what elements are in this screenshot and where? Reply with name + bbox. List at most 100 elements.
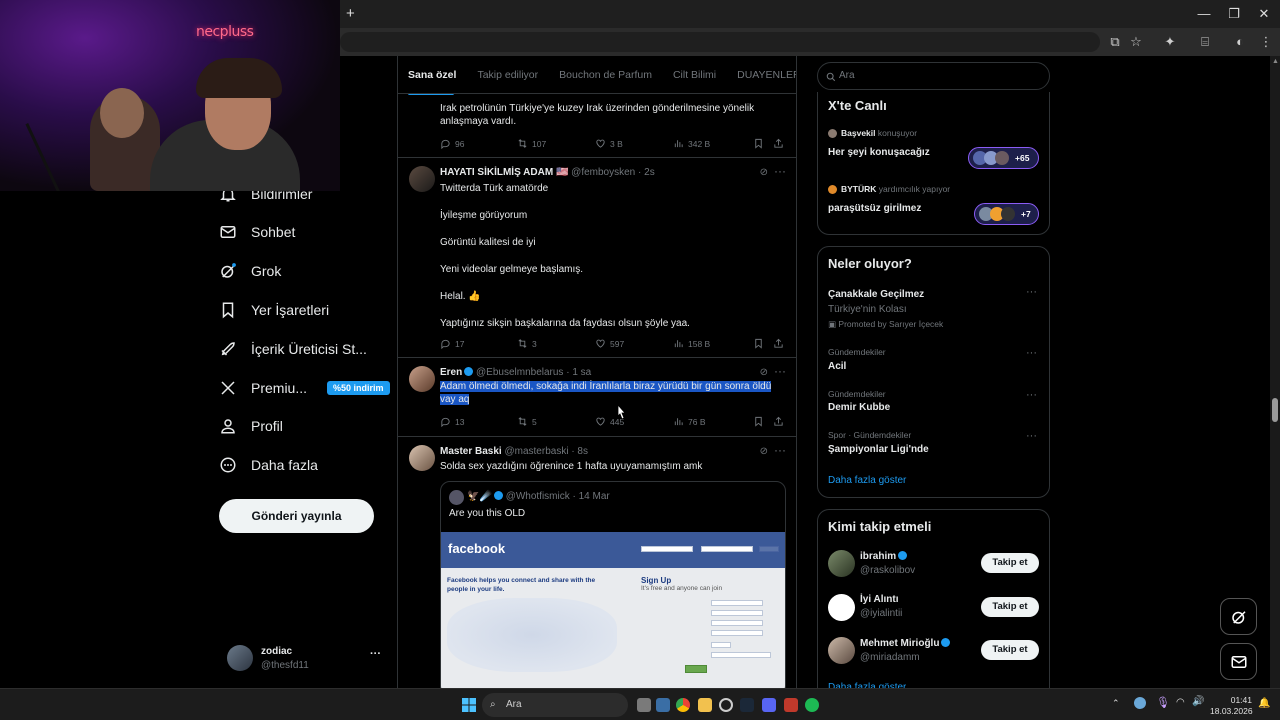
user-name-line[interactable]: Mehmet Mirioğlu [860, 638, 951, 649]
task-view-icon[interactable] [637, 698, 651, 712]
wifi-icon[interactable]: ◠ [1176, 697, 1185, 708]
author-name[interactable]: HAYATI SİKİLMİŞ ADAM 🇺🇸 [440, 167, 568, 178]
microphone-icon[interactable]: 🎙 [1156, 696, 1170, 709]
repost-button[interactable]: 3 [517, 338, 537, 349]
avatar[interactable] [828, 550, 855, 577]
scrollbar-thumb[interactable] [1272, 398, 1278, 422]
system-clock[interactable]: 01:41 18.03.2026 [1210, 695, 1253, 717]
bookmark-button[interactable] [753, 338, 764, 349]
account-switcher[interactable]: zodiac @thesfd11 ··· [227, 643, 387, 677]
reply-button[interactable]: 96 [440, 138, 464, 149]
post-more-icon[interactable]: ··· [774, 164, 786, 178]
volume-icon[interactable]: 🔊 [1192, 696, 1204, 707]
page-scrollbar[interactable]: ▲ [1270, 56, 1280, 688]
avatar[interactable] [828, 594, 855, 621]
avatar[interactable] [409, 166, 435, 192]
post-more-icon[interactable]: ··· [774, 443, 786, 457]
nav-chat[interactable]: Sohbet [219, 213, 295, 251]
post[interactable]: HAYATI SİKİLMİŞ ADAM 🇺🇸 @femboysken · 2s… [398, 158, 796, 358]
close-window-button[interactable]: ✕ [1250, 4, 1278, 24]
author-handle[interactable]: @Ebuselmnbelarus · 1 sa [476, 367, 591, 378]
post[interactable]: Irak petrolünün Türkiye'ye kuzey Irak üz… [398, 94, 796, 158]
follow-button[interactable]: Takip et [981, 553, 1039, 573]
nav-grok[interactable]: Grok [219, 252, 281, 290]
avatar[interactable] [409, 366, 435, 392]
quoted-post[interactable]: 🦅☄️ @Whotfismick · 14 Mar Are you this O… [440, 481, 786, 688]
post-more-icon[interactable]: ··· [774, 364, 786, 378]
spotify-icon[interactable] [805, 698, 819, 712]
notification-bell-icon[interactable]: 🔔 [1258, 698, 1270, 709]
post-button[interactable]: Gönderi yayınla [219, 499, 374, 533]
follow-button[interactable]: Takip et [981, 640, 1039, 660]
tab-list-1[interactable]: Bouchon de Parfum [559, 69, 652, 81]
grok-explain-icon[interactable]: ⊘ [760, 367, 768, 378]
views-button[interactable]: 76 B [673, 416, 706, 427]
steam-icon[interactable] [740, 698, 754, 712]
nav-bookmarks[interactable]: Yer İşaretleri [219, 291, 329, 329]
messages-fab[interactable] [1220, 643, 1257, 680]
split-view-icon[interactable]: ⌸ [1195, 33, 1215, 51]
repost-button[interactable]: 107 [517, 138, 546, 149]
follow-button[interactable]: Takip et [981, 597, 1039, 617]
tab-for-you[interactable]: Sana özel [408, 69, 456, 81]
space-title[interactable]: paraşütsüz girilmez [828, 203, 921, 214]
space-listeners-pill[interactable]: +65 [968, 147, 1039, 169]
quote-image[interactable]: facebook Facebook helps you connect and … [441, 532, 785, 688]
grok-fab[interactable] [1220, 598, 1257, 635]
file-explorer-icon[interactable] [698, 698, 712, 712]
share-button[interactable] [773, 338, 784, 349]
trend-more-icon[interactable]: ··· [1026, 347, 1037, 359]
tab-list-3[interactable]: DUAYENLER [737, 69, 796, 81]
trend-more-icon[interactable]: ··· [1026, 286, 1037, 298]
tray-overflow-icon[interactable]: ⌃ [1112, 698, 1120, 709]
post[interactable]: Master Baski @masterbaski · 8s ⊘ ··· Sol… [398, 437, 796, 688]
search-input[interactable]: Ara [817, 62, 1050, 90]
share-button[interactable] [773, 138, 784, 149]
space-title[interactable]: Her şeyi konuşacağız [828, 147, 930, 158]
settings-icon[interactable] [719, 698, 733, 712]
more-icon[interactable]: ··· [370, 648, 381, 660]
author-name[interactable]: Master Baski [440, 446, 502, 457]
user-name-line[interactable]: ibrahim [860, 551, 908, 562]
author-name[interactable]: Eren [440, 367, 462, 378]
views-button[interactable]: 342 B [673, 138, 710, 149]
show-more-link[interactable]: Daha fazla göster [828, 475, 906, 486]
avatar[interactable] [828, 637, 855, 664]
chrome-icon[interactable] [676, 698, 690, 712]
reply-button[interactable]: 13 [440, 416, 464, 427]
views-button[interactable]: 158 B [673, 338, 710, 349]
trend-name[interactable]: Acil [828, 361, 846, 372]
repost-button[interactable]: 5 [517, 416, 537, 427]
bookmark-button[interactable] [753, 138, 764, 149]
bookmark-star-icon[interactable]: ☆ [1126, 33, 1146, 51]
avatar[interactable] [409, 445, 435, 471]
bookmark-button[interactable] [753, 416, 764, 427]
tray-app-icon[interactable] [1134, 697, 1146, 709]
nav-profile[interactable]: Profil [219, 407, 283, 445]
address-bar[interactable] [340, 32, 1100, 52]
trend-more-icon[interactable]: ··· [1026, 430, 1037, 442]
trend-more-icon[interactable]: ··· [1026, 389, 1037, 401]
discord-icon[interactable] [762, 698, 776, 712]
grok-explain-icon[interactable]: ⊘ [760, 167, 768, 178]
share-button[interactable] [773, 416, 784, 427]
widgets-icon[interactable] [656, 698, 670, 712]
author-handle[interactable]: @masterbaski · 8s [504, 446, 588, 457]
trend-name[interactable]: Şampiyonlar Ligi'nde [828, 444, 929, 455]
windows-start-icon[interactable] [462, 698, 476, 712]
new-tab-button[interactable]: + [346, 5, 355, 22]
taskbar-search[interactable]: ⌕ Ara [482, 693, 628, 717]
profile-icon[interactable]: ◐ [1230, 33, 1250, 51]
post[interactable]: Eren @Ebuselmnbelarus · 1 sa ⊘ ··· Adam … [398, 358, 796, 437]
nav-more[interactable]: Daha fazla [219, 446, 318, 484]
user-name[interactable]: İyi Alıntı [860, 594, 899, 605]
trend-name[interactable]: Çanakkale Geçilmez [828, 289, 924, 300]
scroll-up-icon[interactable]: ▲ [1272, 58, 1279, 65]
maximize-button[interactable]: ❐ [1220, 4, 1248, 24]
space-listeners-pill[interactable]: +7 [974, 203, 1039, 225]
tab-list-2[interactable]: Cilt Bilimi [673, 69, 716, 81]
reply-button[interactable]: 17 [440, 338, 464, 349]
browser-menu-icon[interactable]: ⋮ [1256, 33, 1276, 51]
grok-explain-icon[interactable]: ⊘ [760, 446, 768, 457]
extensions-icon[interactable]: ✦ [1160, 33, 1180, 51]
